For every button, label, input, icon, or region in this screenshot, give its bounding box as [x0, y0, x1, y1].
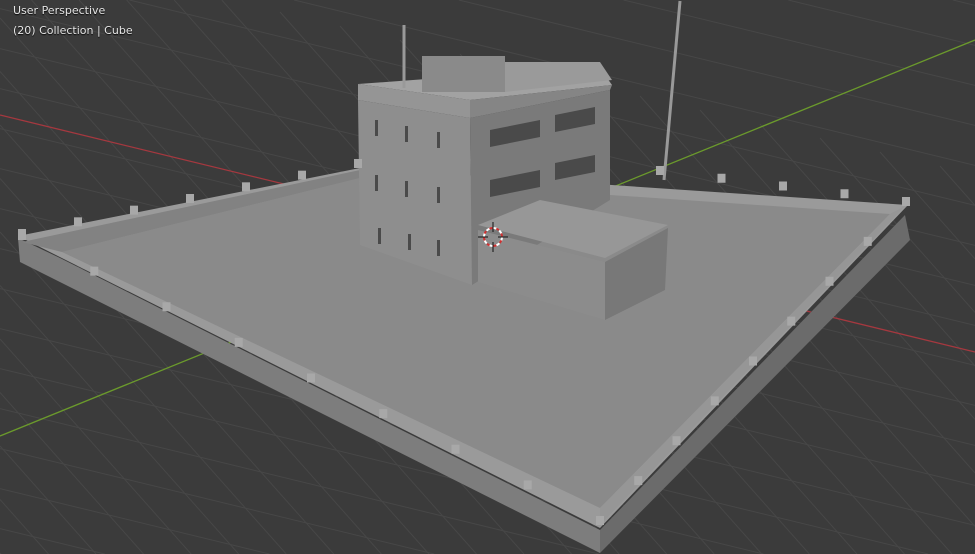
wall-post — [130, 205, 138, 215]
grid-line — [788, 0, 975, 46]
grid-line — [939, 165, 975, 206]
wall-post — [672, 436, 681, 446]
roof-block — [422, 56, 505, 92]
wall-post — [656, 166, 664, 175]
wall-post — [451, 444, 460, 454]
wall-post — [717, 173, 726, 183]
wall-post — [242, 182, 250, 192]
wall-post — [840, 189, 849, 199]
wall-post — [902, 197, 910, 206]
wall-post — [298, 170, 306, 180]
wall-post — [596, 516, 604, 525]
wall-post — [825, 276, 834, 286]
wall-post — [354, 159, 362, 168]
wall-post — [18, 231, 26, 240]
grid-line — [0, 528, 105, 554]
wall-post — [307, 373, 315, 383]
wall-post — [710, 396, 719, 406]
wall-post — [186, 194, 194, 203]
wall-post — [863, 236, 872, 246]
wall-post — [523, 480, 532, 490]
grid-line — [0, 392, 144, 554]
wall-post — [787, 316, 796, 326]
wall-post — [162, 302, 171, 312]
wall-post — [74, 217, 82, 227]
wall-post — [634, 476, 643, 486]
compound-model[interactable] — [18, 0, 910, 553]
grid-line — [0, 499, 49, 554]
wall-post — [749, 356, 757, 366]
view-name-label: User Perspective — [13, 4, 106, 17]
wall-post — [234, 337, 243, 347]
grid-line — [952, 0, 975, 6]
collection-info-label: (20) Collection | Cube — [13, 24, 133, 37]
grid-line — [0, 448, 435, 554]
grid-line — [0, 338, 192, 554]
wall-post — [379, 409, 388, 419]
wall-post — [90, 266, 99, 276]
wall-post — [779, 181, 787, 191]
3d-viewport[interactable] — [0, 0, 975, 554]
